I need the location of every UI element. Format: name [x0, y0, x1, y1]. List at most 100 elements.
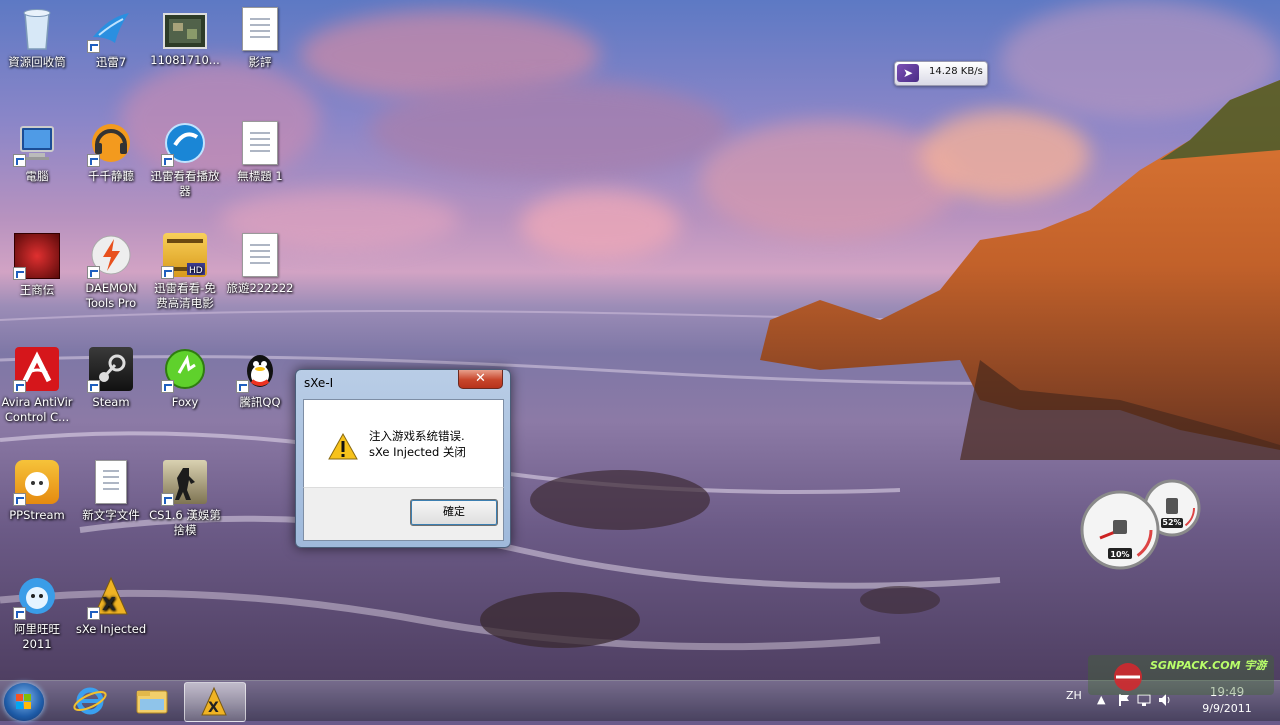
desktop-icon-steam[interactable]: Steam	[74, 344, 148, 410]
sxe-injected-icon: X	[201, 686, 227, 716]
network-speed-value: 14.28 KB/s	[929, 66, 983, 77]
clock-date[interactable]: 9/9/2011	[1194, 702, 1260, 715]
flag-icon[interactable]	[1117, 693, 1131, 707]
desktop-icon-foxy[interactable]: Foxy	[148, 344, 222, 410]
shortcut-arrow-icon	[161, 266, 174, 279]
ok-button[interactable]: 確定	[410, 499, 498, 526]
computer-icon	[13, 121, 59, 167]
desktop-icon-recycle-bin[interactable]: 資源回收筒	[0, 4, 74, 70]
desktop-icon-label: DAEMON Tools Pro	[85, 281, 137, 310]
desktop-icon-label: 新文字文件	[82, 508, 140, 522]
desktop-icon-counter-strike[interactable]: CS1.6 漢娛第 捨模	[148, 457, 222, 538]
desktop-icon-travel-doc[interactable]: 旅遊222222	[223, 230, 297, 296]
desktop-icon-label: 影評	[248, 55, 272, 69]
internet-explorer-icon	[73, 687, 107, 715]
show-hidden-icons-button[interactable]: ▲	[1097, 693, 1111, 707]
image-thumbnail-icon	[163, 13, 207, 49]
language-indicator[interactable]: ZH	[1066, 689, 1082, 702]
watermark-logo: SGNPACK.COM 宇游	[1088, 655, 1274, 695]
desktop-icon-xunlei-hd[interactable]: HD 迅雷看看-免费高清电影	[148, 230, 222, 311]
text-document-icon	[89, 460, 133, 504]
dialog-footer: 確定	[303, 487, 504, 541]
error-dialog[interactable]: sXe-I ✕ 注入游戏系统错误. sXe Injected 关闭 確定	[295, 369, 511, 548]
desktop-icon-label: 騰訊QQ	[239, 395, 281, 409]
desktop-icon-computer[interactable]: 電腦	[0, 118, 74, 184]
volume-icon[interactable]	[1157, 693, 1171, 707]
xunlei-player-icon	[161, 121, 207, 167]
document-icon	[238, 121, 282, 165]
ttplayer-icon	[87, 121, 133, 167]
desktop-icon-review-doc[interactable]: 影評	[223, 4, 297, 70]
recycle-bin-icon	[15, 7, 59, 51]
dialog-close-button[interactable]: ✕	[458, 370, 503, 389]
desktop-icon-xunlei[interactable]: 迅雷7	[74, 4, 148, 70]
foxy-icon	[161, 347, 207, 393]
document-icon	[238, 7, 282, 51]
desktop-icon-label: 阿里旺旺 2011	[14, 622, 60, 651]
shortcut-arrow-icon	[161, 154, 174, 167]
taskbar-ie-button[interactable]	[60, 682, 120, 720]
taskbar-sxe-button[interactable]: X	[184, 682, 246, 722]
sxe-icon: X	[87, 574, 133, 620]
desktop-icon-label: 資源回收筒	[8, 55, 66, 69]
warning-icon	[328, 433, 358, 460]
avira-icon	[13, 347, 59, 393]
desktop-icon-ppstream[interactable]: PPStream	[0, 457, 74, 523]
shortcut-arrow-icon	[87, 380, 100, 393]
counter-strike-icon	[161, 460, 207, 506]
svg-text:X: X	[208, 700, 219, 716]
cpu-usage-value: 10%	[1110, 550, 1130, 559]
desktop-icon-avira[interactable]: Avira AntiVir Control C...	[0, 344, 74, 425]
game-red-icon	[13, 233, 60, 280]
ram-usage-value: 52%	[1162, 518, 1182, 527]
desktop-icon-label: Avira AntiVir Control C...	[1, 395, 73, 424]
desktop-icon-untitled-doc[interactable]: 無標題 1	[223, 118, 297, 184]
svg-text:HD: HD	[189, 266, 203, 276]
desktop-wallpaper	[0, 0, 1280, 680]
network-speed-gadget[interactable]: ➤ 14.28 KB/s	[894, 61, 988, 86]
shortcut-arrow-icon	[87, 40, 100, 53]
watermark-text: SGNPACK.COM 宇游	[1150, 659, 1267, 672]
wallpaper-cloud	[370, 80, 730, 180]
desktop-icon-label: PPStream	[9, 508, 65, 522]
steam-icon	[87, 347, 133, 393]
aliwangwang-icon	[13, 574, 59, 620]
dialog-message-line1: 注入游戏系统错误.	[369, 429, 465, 443]
cpu-meter-gadget[interactable]	[1080, 478, 1206, 572]
windows-logo-icon	[16, 694, 31, 709]
network-icon[interactable]	[1137, 693, 1151, 707]
desktop-icon-label: 11081710...	[150, 53, 220, 67]
desktop-icon-label: Foxy	[171, 395, 199, 409]
xunlei-bird-icon: ➤	[897, 64, 919, 82]
qq-icon	[236, 347, 282, 393]
shortcut-arrow-icon	[161, 380, 174, 393]
desktop-icon-daemon-tools[interactable]: DAEMON Tools Pro	[74, 230, 148, 311]
shortcut-arrow-icon	[13, 267, 26, 280]
desktop-icon-aliwangwang[interactable]: 阿里旺旺 2011	[0, 571, 74, 652]
xunlei-hd-icon: HD	[161, 233, 207, 279]
desktop-icon-label: 旅遊222222	[226, 281, 294, 295]
desktop-icon-xunlei-player[interactable]: 迅雷看看播放器	[148, 118, 222, 199]
taskbar-explorer-button[interactable]	[122, 682, 182, 720]
coastal-cliff	[760, 80, 1280, 460]
daemon-tools-icon	[87, 233, 133, 279]
shortcut-arrow-icon	[236, 380, 249, 393]
desktop-icon-sxe-injected[interactable]: X sXe Injected	[74, 571, 148, 637]
wallpaper-cloud	[520, 190, 680, 260]
svg-text:X: X	[102, 594, 116, 615]
shortcut-arrow-icon	[13, 380, 26, 393]
desktop-icon-label: 迅雷看看播放器	[150, 169, 220, 198]
desktop-icon-qq[interactable]: 騰訊QQ	[223, 344, 297, 410]
shortcut-arrow-icon	[13, 607, 26, 620]
shortcut-arrow-icon	[87, 607, 100, 620]
dialog-title: sXe-I	[304, 376, 334, 390]
desktop-icon-new-text[interactable]: 新文字文件	[74, 457, 148, 523]
desktop-icon-label: CS1.6 漢娛第 捨模	[149, 508, 221, 537]
ppstream-icon	[13, 460, 59, 506]
desktop-icon-image-file[interactable]: 11081710...	[148, 4, 222, 68]
desktop-icon-ttplayer[interactable]: 千千静聽	[74, 118, 148, 184]
start-button[interactable]	[4, 683, 44, 721]
desktop-icon-game[interactable]: 王商伝	[0, 230, 74, 298]
desktop-icon-label: 千千静聽	[88, 169, 134, 183]
desktop-icon-label: Steam	[92, 395, 130, 409]
